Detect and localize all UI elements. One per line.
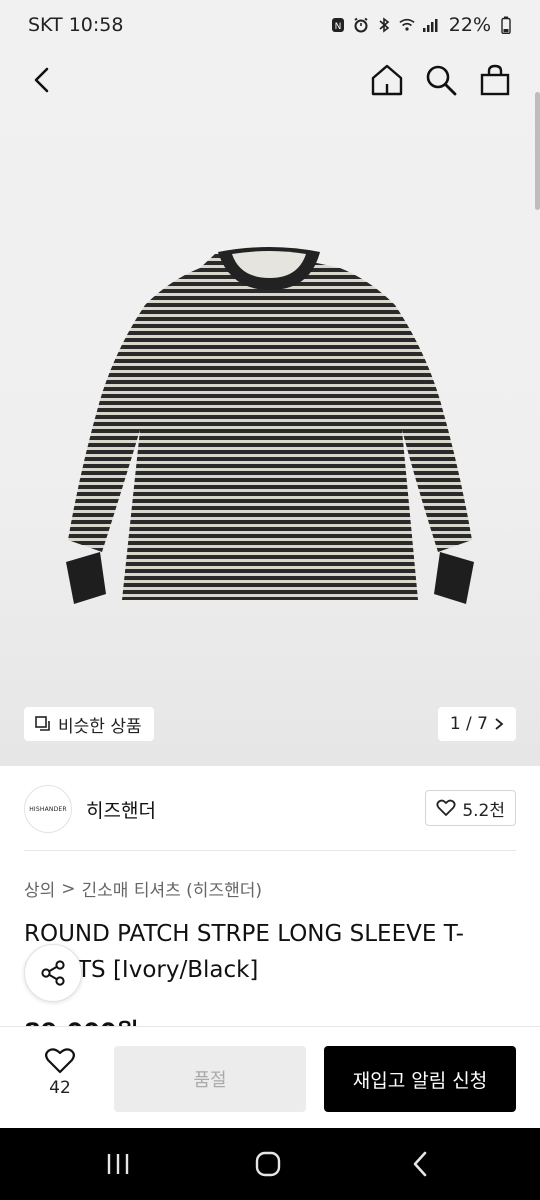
bottom-action-bar: 42 품절 재입고 알림 신청 [0, 1026, 540, 1128]
product-photo [66, 247, 474, 604]
product-title: ROUND PATCH STRPE LONG SLEEVE T-SHIRTS [… [24, 921, 464, 983]
similar-products-button[interactable]: 비슷한 상품 [24, 707, 154, 741]
brand-logo[interactable]: HISHANDER [24, 785, 72, 833]
status-icons: N 22% [330, 14, 514, 36]
back-nav-button[interactable] [404, 1148, 436, 1180]
carrier-time: SKT 10:58 [28, 14, 124, 36]
brand-like-count: 5.2천 [462, 800, 505, 821]
signal-icon [422, 17, 438, 33]
bluetooth-icon [376, 17, 392, 33]
image-pager-text: 1 / 7 [449, 714, 488, 734]
copy-icon [35, 716, 50, 731]
recent-apps-icon [107, 1154, 129, 1174]
recent-apps-button[interactable] [102, 1148, 134, 1180]
share-button[interactable] [24, 944, 82, 1002]
breadcrumb: 상의 > 긴소매 티셔츠 (히즈핸더) [24, 876, 262, 902]
product-image-gallery[interactable]: 비슷한 상품 1 / 7 [0, 50, 540, 766]
brand-name[interactable]: 히즈핸더 [86, 796, 156, 823]
screen: SKT 10:58 N 22% 비슷한 상품 1 / 7 HISHANDER 히… [0, 0, 540, 1200]
chevron-left-icon [34, 67, 49, 93]
heart-icon [45, 1048, 75, 1074]
restock-alert-button[interactable]: 재입고 알림 신청 [324, 1046, 516, 1112]
wishlist-button[interactable]: 42 [30, 1047, 90, 1098]
system-navigation-bar [0, 1128, 540, 1200]
breadcrumb-category[interactable]: 상의 [24, 876, 55, 901]
soldout-button[interactable]: 품절 [114, 1046, 306, 1112]
alarm-icon [353, 17, 369, 33]
search-button[interactable] [421, 60, 461, 100]
image-pager[interactable]: 1 / 7 [437, 707, 516, 741]
search-icon [426, 65, 457, 96]
svg-text:N: N [334, 22, 341, 32]
breadcrumb-separator: > [61, 878, 76, 899]
brand-row[interactable]: HISHANDER 히즈핸더 5.2천 [0, 766, 540, 850]
scroll-indicator [535, 92, 540, 210]
brand-like-button[interactable]: 5.2천 [425, 790, 516, 826]
home-icon [371, 64, 403, 96]
home-button[interactable] [367, 60, 407, 100]
wishlist-count: 42 [49, 1078, 71, 1098]
nfc-icon: N [330, 17, 346, 33]
heart-icon [436, 799, 456, 816]
battery-percent: 22% [448, 14, 491, 36]
back-button[interactable] [22, 60, 62, 100]
divider [24, 850, 516, 851]
shopping-bag-icon [480, 64, 510, 96]
brand-logo-text: HISHANDER [29, 805, 67, 813]
battery-icon [498, 16, 514, 34]
top-nav [0, 50, 540, 110]
chevron-right-icon [495, 718, 504, 730]
back-arrow-icon [413, 1151, 427, 1177]
home-circle-icon [255, 1151, 281, 1177]
share-icon [41, 960, 65, 986]
wifi-icon [399, 17, 415, 33]
similar-products-label: 비슷한 상품 [58, 716, 142, 737]
cart-button[interactable] [475, 60, 515, 100]
home-nav-button[interactable] [252, 1148, 284, 1180]
breadcrumb-subcategory[interactable]: 긴소매 티셔츠 (히즈핸더) [82, 876, 262, 901]
status-bar: SKT 10:58 N 22% [0, 0, 540, 50]
